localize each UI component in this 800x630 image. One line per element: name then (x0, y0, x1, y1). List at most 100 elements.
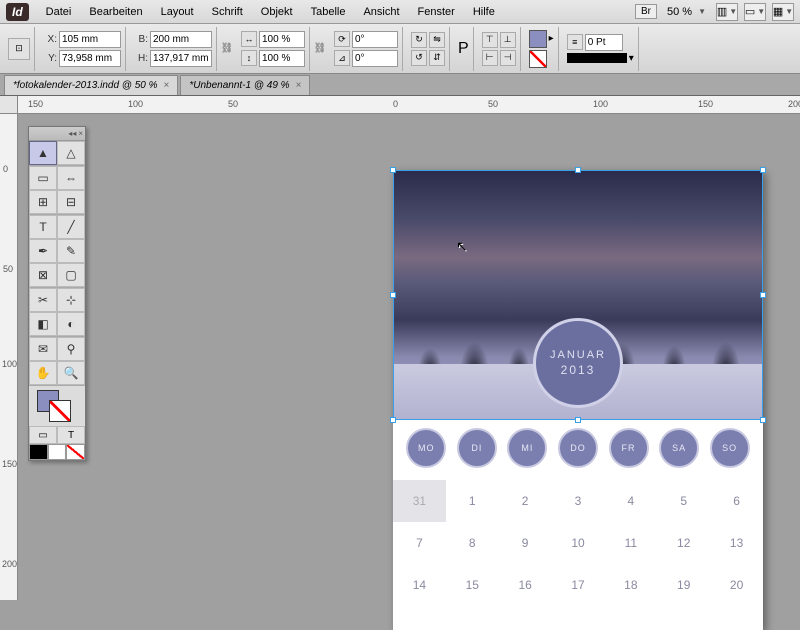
horizontal-ruler[interactable]: 150 100 50 0 50 100 150 200 (18, 96, 800, 114)
stroke-swatch[interactable] (529, 50, 547, 68)
calendar-cell: 6 (710, 480, 763, 522)
ruler-origin[interactable] (0, 96, 18, 114)
tool-page[interactable]: ▭ (29, 166, 57, 190)
calendar-cell: 13 (710, 522, 763, 564)
reference-point-proxy[interactable]: ⊡ (8, 38, 30, 60)
app-logo: Id (6, 3, 29, 21)
year-label: 2013 (561, 363, 596, 377)
tool-scissors[interactable]: ✂ (29, 288, 57, 312)
rotate-input[interactable]: 0° (352, 31, 398, 48)
reference-point-group: ⊡ (4, 27, 35, 71)
rotate-ccw-icon[interactable]: ↺ (411, 50, 427, 66)
constrain-scale-icon[interactable]: ⛓ (314, 32, 326, 66)
screen-mode-button[interactable]: ▭▼ (744, 3, 766, 21)
y-input[interactable]: 73,958 mm (59, 50, 121, 67)
menu-object[interactable]: Objekt (252, 2, 302, 22)
tool-gradient-feather[interactable]: ◐ (57, 312, 85, 336)
fill-swatch[interactable] (529, 30, 547, 48)
tool-pencil[interactable]: ✎ (57, 239, 85, 263)
weekday-mo: MO (406, 428, 446, 468)
vertical-ruler[interactable]: 0 50 100 150 200 (0, 114, 18, 600)
stroke-style-dropdown[interactable] (567, 53, 627, 63)
close-icon[interactable]: × (164, 80, 170, 91)
align-icon-1[interactable]: ⊤ (482, 32, 498, 48)
apply-none[interactable] (66, 444, 85, 460)
bridge-button[interactable]: Br (635, 4, 657, 19)
rotate-group: ⟳0° ⊿0° (330, 27, 403, 71)
tool-rectangle-frame[interactable]: ⊠ (29, 263, 57, 287)
collapse-icon[interactable]: ◂◂ (68, 129, 76, 138)
close-icon[interactable]: × (296, 80, 302, 91)
tool-content-collector[interactable]: ⊞ (29, 190, 57, 214)
w-input[interactable]: 200 mm (150, 31, 212, 48)
menu-file[interactable]: Datei (37, 2, 81, 22)
view-options-button[interactable]: ▥▼ (716, 3, 738, 21)
calendar-cell: 4 (604, 480, 657, 522)
tool-gap[interactable]: ⇔ (57, 166, 85, 190)
document-page[interactable]: JANUAR 2013 MO DI MI DO FR SA SO 3112345… (393, 170, 763, 630)
tool-hand[interactable]: ✋ (29, 361, 57, 385)
weekday-di: DI (457, 428, 497, 468)
canvas[interactable]: JANUAR 2013 MO DI MI DO FR SA SO 3112345… (18, 114, 800, 600)
zoom-level-dropdown[interactable]: 50 %▼ (663, 4, 710, 20)
tool-rectangle[interactable]: ▢ (57, 263, 85, 287)
menu-window[interactable]: Fenster (409, 2, 464, 22)
menu-view[interactable]: Ansicht (354, 2, 408, 22)
formatting-container[interactable]: ▭ (29, 426, 57, 444)
tool-note[interactable]: ✉ (29, 337, 57, 361)
tool-content-placer[interactable]: ⊟ (57, 190, 85, 214)
calendar-cell: 31 (393, 480, 446, 522)
tool-free-transform[interactable]: ⊹ (57, 288, 85, 312)
menu-help[interactable]: Hilfe (464, 2, 504, 22)
stroke-weight-icon: ≡ (567, 34, 583, 50)
tool-pen[interactable]: ✒ (29, 239, 57, 263)
align-icon-2[interactable]: ⊥ (500, 32, 516, 48)
scale-x-input[interactable]: 100 % (259, 31, 305, 48)
tool-zoom[interactable]: 🔍 (57, 361, 85, 385)
tool-type[interactable]: T (29, 215, 57, 239)
apply-black[interactable] (29, 444, 48, 460)
apply-white[interactable] (48, 444, 67, 460)
x-input[interactable]: 105 mm (59, 31, 121, 48)
weekday-mi: MI (507, 428, 547, 468)
tool-selection[interactable]: ▲ (29, 141, 57, 165)
arrange-documents-button[interactable]: ▦▼ (772, 3, 794, 21)
tool-gradient-swatch[interactable]: ◧ (29, 312, 57, 336)
constrain-proportions-icon[interactable]: ⛓ (221, 32, 233, 66)
tool-line[interactable]: ╱ (57, 215, 85, 239)
formatting-text[interactable]: T (57, 426, 85, 444)
weekday-so: SO (710, 428, 750, 468)
h-input[interactable]: 137,917 mm (150, 50, 212, 67)
rotate-cw-icon[interactable]: ↻ (411, 32, 427, 48)
toolbox-header[interactable]: ◂◂× (29, 127, 85, 141)
weekday-row: MO DI MI DO FR SA SO (393, 428, 763, 468)
menu-type[interactable]: Schrift (203, 2, 252, 22)
menu-table[interactable]: Tabelle (302, 2, 355, 22)
month-badge[interactable]: JANUAR 2013 (533, 318, 623, 408)
shear-input[interactable]: 0° (352, 50, 398, 67)
ruler-mark: 100 (593, 99, 608, 109)
align-icon-4[interactable]: ⊣ (500, 50, 516, 66)
close-icon[interactable]: × (78, 129, 83, 138)
toolbox-panel[interactable]: ◂◂× ▲△▭⇔⊞⊟T╱✒✎⊠▢✂⊹◧◐✉⚲✋🔍▭T (28, 126, 86, 461)
menu-layout[interactable]: Layout (152, 2, 203, 22)
tab-unbenannt[interactable]: *Unbenannt-1 @ 49 %× (180, 75, 310, 95)
tab-fotokalender[interactable]: *fotokalender-2013.indd @ 50 %× (4, 75, 178, 95)
scale-y-input[interactable]: 100 % (259, 50, 305, 67)
fill-stroke-group: ▸ (525, 27, 559, 71)
flip-h-icon[interactable]: ⇋ (429, 32, 445, 48)
tool-direct-selection[interactable]: △ (57, 141, 85, 165)
ruler-mark: 150 (28, 99, 43, 109)
stroke-box[interactable] (49, 400, 71, 422)
calendar-cell: 5 (657, 480, 710, 522)
chevron-down-icon[interactable]: ▸ (549, 33, 554, 44)
menu-edit[interactable]: Bearbeiten (80, 2, 151, 22)
align-icon-3[interactable]: ⊢ (482, 50, 498, 66)
tool-eyedropper[interactable]: ⚲ (57, 337, 85, 361)
stroke-weight-input[interactable]: 0 Pt (585, 34, 623, 51)
chevron-down-icon[interactable]: ▾ (629, 53, 634, 64)
p-group: P (454, 27, 474, 71)
scale-group: ↔100 % ↕100 % (237, 27, 310, 71)
fill-stroke-proxy[interactable] (29, 386, 85, 426)
flip-v-icon[interactable]: ⇵ (429, 50, 445, 66)
